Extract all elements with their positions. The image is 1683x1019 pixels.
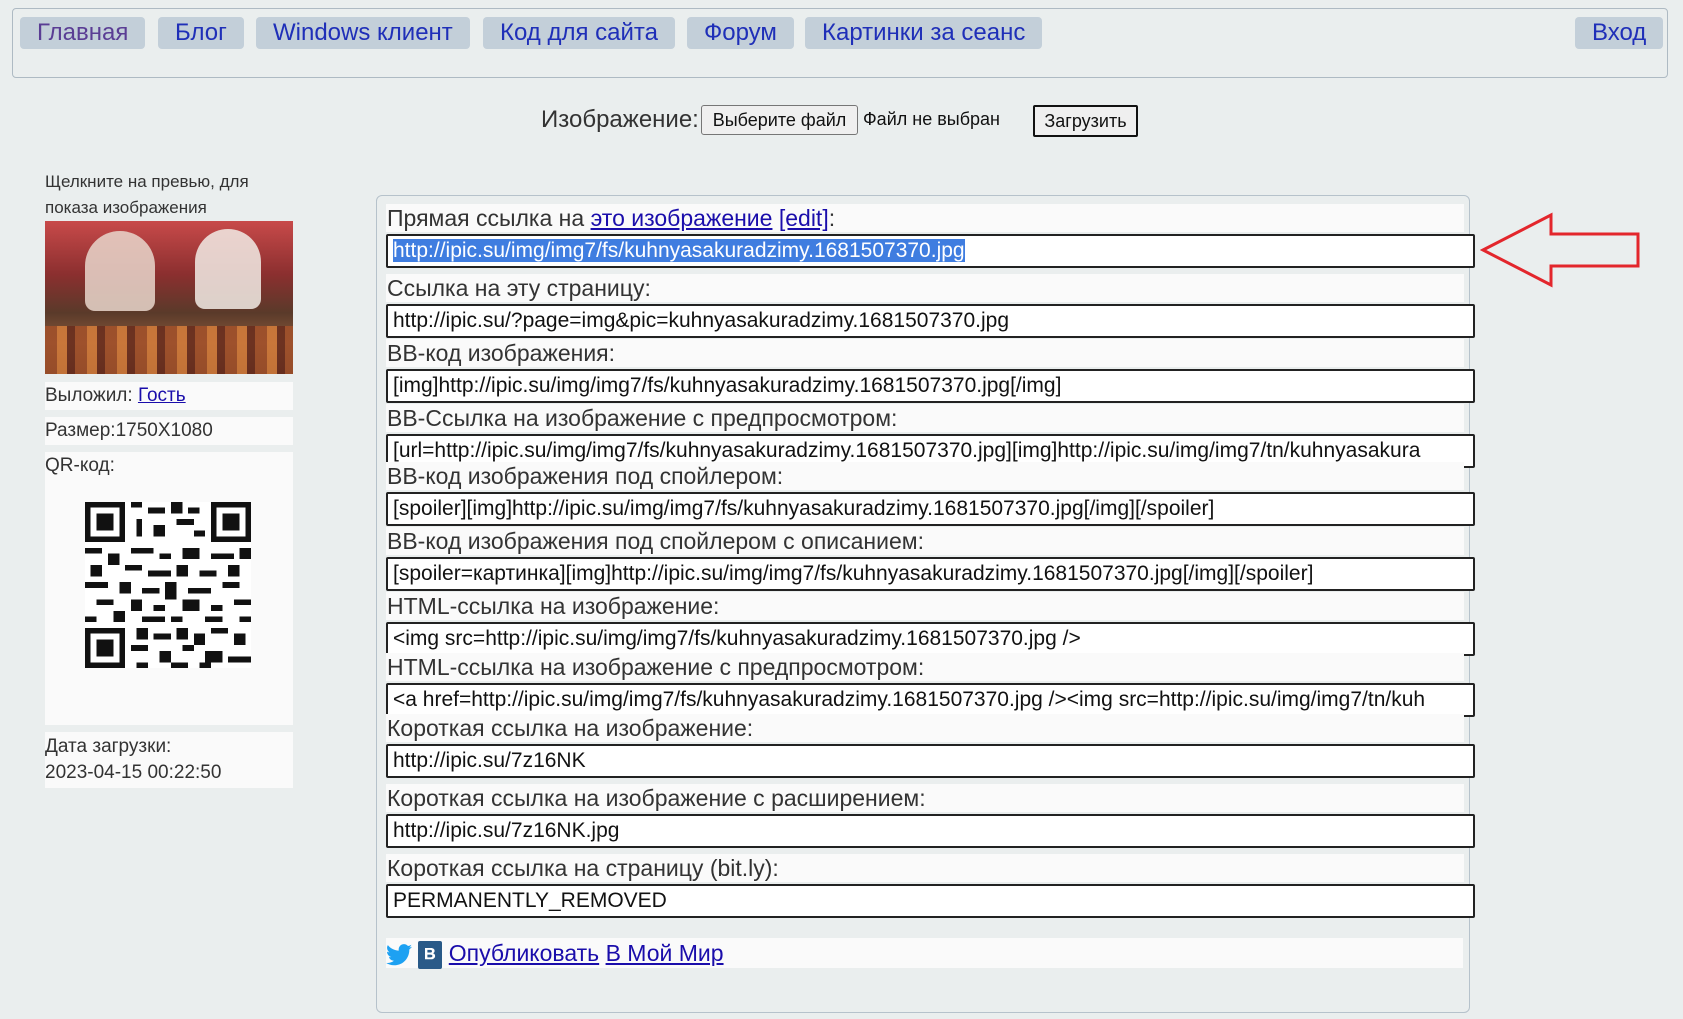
this-image-link[interactable]: это изображение (591, 205, 773, 231)
preview-food (45, 326, 293, 374)
uploader-link[interactable]: Гость (138, 385, 186, 406)
upload-date-value: 2023-04-15 00:22:50 (45, 762, 222, 783)
page-link-label: Ссылка на эту страницу: (386, 274, 1464, 302)
html-preview-field[interactable]: <a href=http://ipic.su/img/img7/fs/kuhny… (386, 683, 1475, 717)
nav-forum[interactable]: Форум (687, 17, 794, 49)
publish-link[interactable]: Опубликовать (449, 940, 599, 966)
qr-code-icon (85, 502, 251, 668)
bbcode-label: BB-код изображения: (386, 339, 1464, 367)
nav-blog[interactable]: Блог (158, 17, 244, 49)
upload-label: Изображение: (541, 106, 699, 133)
mymir-link[interactable]: В Мой Мир (606, 940, 724, 966)
login-button[interactable]: Вход (1575, 17, 1664, 49)
short-link-ext-field[interactable]: http://ipic.su/7z16NK.jpg (386, 814, 1475, 848)
bitly-link-field[interactable]: PERMANENTLY_REMOVED (386, 884, 1475, 918)
short-link-field[interactable]: http://ipic.su/7z16NK (386, 744, 1475, 778)
direct-link-field[interactable]: http://ipic.su/img/img7/fs/kuhnyasakurad… (386, 234, 1475, 268)
bbcode-preview-label: BB-Ссылка на изображение с предпросмотро… (386, 404, 1464, 432)
links-panel: Прямая ссылка на это изображение [edit]:… (376, 195, 1475, 1013)
bbcode-spoiler-field[interactable]: [spoiler][img]http://ipic.su/img/img7/fs… (386, 492, 1475, 526)
html-preview-label: HTML-ссылка на изображение с предпросмот… (386, 653, 1464, 681)
vk-icon[interactable] (418, 940, 443, 969)
bbcode-spoiler-desc-label: BB-код изображения под спойлером с описа… (386, 527, 1464, 555)
nav-site-code[interactable]: Код для сайта (483, 17, 675, 49)
upload-date: Дата загрузки: 2023-04-15 00:22:50 (45, 732, 293, 788)
preview-figure-right (195, 229, 261, 309)
direct-link-label: Прямая ссылка на это изображение [edit]: (386, 204, 1464, 232)
bitly-link-label: Короткая ссылка на страницу (bit.ly): (386, 854, 1464, 882)
short-link-label: Короткая ссылка на изображение: (386, 714, 1464, 742)
preview-figure-left (85, 231, 155, 311)
page-link-field[interactable]: http://ipic.su/?page=img&pic=kuhnyasakur… (386, 304, 1475, 338)
uploader-info: Выложил: Гость (45, 382, 293, 410)
direct-link-value: http://ipic.su/img/img7/fs/kuhnyasakurad… (393, 239, 965, 262)
direct-link-suffix: : (828, 205, 836, 231)
nav-home[interactable]: Главная (20, 17, 146, 49)
no-file-text: Файл не выбран (863, 109, 1000, 129)
html-link-field[interactable]: <img src=http://ipic.su/img/img7/fs/kuhn… (386, 622, 1475, 656)
short-link-ext-label: Короткая ссылка на изображение с расшире… (386, 784, 1464, 812)
edit-link[interactable]: [edit] (779, 205, 829, 231)
upload-submit-button[interactable]: Загрузить (1033, 105, 1138, 137)
preview-hint: Щелкните на превью, для показа изображен… (45, 172, 249, 217)
image-preview[interactable] (45, 221, 293, 374)
image-size: Размер:1750X1080 (45, 417, 293, 445)
top-navigation: Главная Блог Windows клиент Код для сайт… (12, 8, 1668, 78)
html-link-label: HTML-ссылка на изображение: (386, 592, 1464, 620)
qr-label: QR-код: (45, 455, 115, 476)
upload-date-label: Дата загрузки: (45, 736, 172, 757)
nav-session-images[interactable]: Картинки за сеанс (805, 17, 1043, 49)
bbcode-spoiler-desc-field[interactable]: [spoiler=картинка][img]http://ipic.su/im… (386, 557, 1475, 591)
share-bar: Опубликовать В Мой Мир (386, 938, 1463, 969)
direct-link-prefix: Прямая ссылка на (387, 205, 591, 231)
twitter-icon[interactable] (386, 944, 412, 966)
annotation-arrow-icon (1480, 212, 1640, 288)
sidebar: Щелкните на превью, для показа изображен… (45, 169, 293, 788)
choose-file-button[interactable]: Выберите файл (701, 105, 858, 135)
qr-block: QR-код: (45, 452, 293, 725)
uploader-label: Выложил: (45, 385, 138, 406)
bbcode-spoiler-label: BB-код изображения под спойлером: (386, 462, 1464, 490)
nav-windows-client[interactable]: Windows клиент (256, 17, 470, 49)
bbcode-field[interactable]: [img]http://ipic.su/img/img7/fs/kuhnyasa… (386, 369, 1475, 403)
